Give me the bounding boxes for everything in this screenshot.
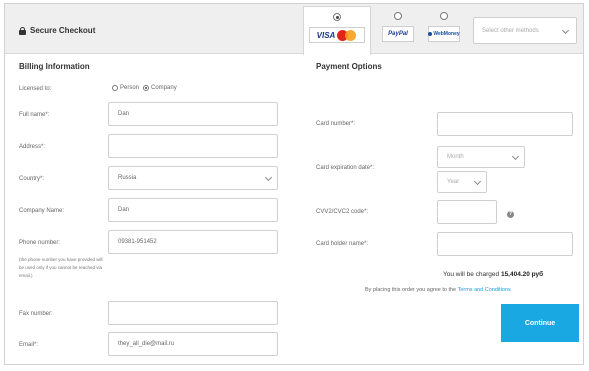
charged-amount-text: You will be charged 15,404.20 руб: [443, 271, 544, 278]
address-field[interactable]: [108, 134, 278, 158]
chevron-down-icon: [473, 177, 482, 186]
card-number-field[interactable]: [437, 112, 573, 136]
payment-method-webmoney[interactable]: WebMoney: [425, 6, 463, 54]
email-label: Email*:: [19, 342, 39, 348]
company-label: Company Name:: [19, 208, 65, 214]
full-name-field[interactable]: Dan: [108, 102, 278, 126]
paypal-radio[interactable]: [394, 12, 402, 20]
licensed-to-radios: Person Company: [112, 85, 181, 91]
chevron-down-icon: [561, 26, 570, 35]
agree-text: By placing this order you agree to the T…: [365, 287, 511, 293]
secure-checkout-title: Secure Checkout: [19, 26, 95, 35]
lock-icon: [19, 26, 26, 35]
fax-field[interactable]: [108, 301, 278, 325]
payment-method-paypal[interactable]: PayPal: [379, 6, 417, 54]
expiry-label: Card expiration date*:: [316, 165, 375, 171]
checkout-header: Secure Checkout VISA PayPal WebMoney Sel…: [5, 4, 583, 55]
payment-method-card[interactable]: VISA: [303, 6, 371, 55]
visa-mastercard-logo: VISA: [309, 27, 365, 43]
cvv-help-icon[interactable]: ?: [507, 211, 514, 218]
chevron-down-icon: [511, 152, 520, 161]
phone-field[interactable]: 09381-951452: [108, 230, 278, 254]
licensed-to-label: Licensed to:: [19, 86, 52, 92]
phone-note: (the phone number you have provided will…: [19, 257, 103, 278]
holder-field[interactable]: [437, 232, 573, 256]
webmoney-radio[interactable]: [440, 12, 448, 20]
checkout-panel: Secure Checkout VISA PayPal WebMoney Sel…: [4, 3, 584, 365]
mastercard-icon: [337, 29, 357, 41]
continue-button[interactable]: Continue: [501, 304, 579, 342]
email-field[interactable]: they_all_die@mail.ru: [108, 332, 278, 356]
country-label: Country*:: [19, 176, 45, 182]
card-number-label: Card number*:: [316, 121, 356, 127]
webmoney-icon: [428, 32, 433, 36]
phone-label: Phone number:: [19, 240, 61, 246]
year-select[interactable]: Year: [437, 171, 487, 193]
charged-amount: 15,404.20 руб: [500, 271, 544, 278]
card-radio[interactable]: [333, 13, 341, 21]
radio-company[interactable]: Company: [143, 85, 177, 91]
fax-label: Fax number:: [19, 311, 53, 317]
webmoney-logo: WebMoney: [428, 26, 460, 42]
payment-title: Payment Options: [316, 62, 382, 71]
secure-checkout-label: Secure Checkout: [30, 26, 96, 35]
select-other-methods[interactable]: Select other methods: [473, 17, 577, 44]
month-select[interactable]: Month: [437, 146, 525, 168]
full-name-label: Full name*:: [19, 112, 50, 118]
radio-person[interactable]: Person: [112, 85, 139, 91]
chevron-down-icon: [264, 173, 273, 182]
cvv-label: CVV2/CVC2 code*:: [316, 209, 369, 215]
paypal-logo: PayPal: [382, 26, 414, 42]
company-field[interactable]: Dan: [108, 198, 278, 222]
terms-link[interactable]: Terms and Conditions: [458, 287, 511, 293]
address-label: Address*:: [19, 144, 46, 150]
cvv-field[interactable]: [437, 200, 497, 224]
holder-label: Card holder name*:: [316, 241, 369, 247]
country-select[interactable]: Russia: [108, 166, 278, 190]
billing-title: Billing Information: [19, 62, 90, 71]
